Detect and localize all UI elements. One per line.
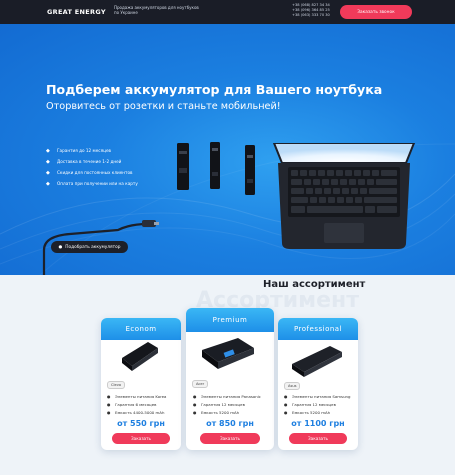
- call-request-button[interactable]: Заказать звонок: [340, 5, 412, 19]
- hero-section: Подберем аккумулятор для Вашего ноутбука…: [0, 24, 455, 275]
- spec-item: ● Элементы питания Korea: [107, 394, 167, 399]
- feature-item: ◆ Гарантия до 12 месяцев: [46, 148, 111, 154]
- order-button[interactable]: Заказать: [112, 433, 170, 444]
- card-price: от 1100 грн: [291, 419, 345, 428]
- battery-image: [292, 346, 342, 377]
- card-price: от 850 грн: [206, 419, 254, 428]
- bullet-icon: ●: [107, 402, 111, 407]
- hero-subtitle: Оторвитесь от розетки и станьте мобильне…: [46, 101, 281, 112]
- header-tagline: Продажа аккумуляторов для ноутбуков по У…: [114, 5, 199, 15]
- pick-battery-button[interactable]: ● Подобрать аккумулятор: [51, 241, 128, 253]
- card-header: Premium: [186, 308, 274, 332]
- bullet-icon: ●: [284, 410, 288, 415]
- battery-image: [210, 142, 220, 189]
- bullet-icon: ◆: [46, 148, 50, 154]
- spec-item: ● Элементы питания Panasonic: [193, 394, 261, 399]
- spec-list: ● Элементы питания Panasonic ● Гарантия 12…: [193, 394, 261, 418]
- laptop-image: [272, 143, 416, 249]
- card-header: Econom: [101, 318, 181, 340]
- brand-tag: Clevo: [107, 381, 126, 389]
- product-card-premium: Premium Acer ● Элементы питания Panasonic…: [186, 308, 274, 450]
- bullet-icon: ●: [193, 394, 197, 399]
- phone-number[interactable]: +38 (063) 333 70 30: [292, 13, 330, 18]
- bullet-icon: ●: [193, 402, 197, 407]
- spec-item: ● Гарантия 6 месяцев: [107, 402, 157, 407]
- bullet-icon: ●: [107, 410, 111, 415]
- battery-image: [202, 338, 254, 369]
- spec-item: ● Емкость 5200 mAh: [284, 410, 331, 415]
- bullet-icon: ◆: [46, 181, 50, 187]
- bullet-icon: ●: [193, 410, 197, 415]
- order-button[interactable]: Заказать: [289, 433, 347, 444]
- order-button[interactable]: Заказать: [200, 433, 260, 444]
- spec-item: ● Гарантия 12 месяцев: [193, 402, 245, 407]
- spec-item: ● Емкость 5200 mAh: [193, 410, 240, 415]
- battery-image: [177, 143, 189, 190]
- logo[interactable]: GREAT ENERGY: [47, 8, 106, 16]
- card-price: от 550 грн: [117, 419, 165, 428]
- landing-page: GREAT ENERGY Продажа аккумуляторов для н…: [0, 0, 455, 475]
- card-header: Professional: [278, 318, 358, 340]
- top-header: GREAT ENERGY Продажа аккумуляторов для н…: [0, 0, 455, 24]
- feature-item: ◆ Скидки для постоянных клиентов: [46, 170, 133, 176]
- spec-item: ● Гарантия 12 месяцев: [284, 402, 336, 407]
- bullet-icon: ◆: [46, 170, 50, 176]
- phone-list: +38 (068) 827 34 34 +38 (096) 364 85 25 …: [292, 3, 330, 18]
- spec-item: ● Элементы питания Samsung: [284, 394, 351, 399]
- battery-image: [245, 145, 255, 195]
- battery-image: [122, 342, 158, 371]
- bullet-icon: ●: [284, 394, 288, 399]
- bullet-icon: ●: [284, 402, 288, 407]
- feature-list: ◆ Гарантия до 12 месяцев ◆ Доставка в тече…: [46, 148, 138, 192]
- bullet-icon: ◆: [46, 159, 50, 165]
- bullet-icon: ●: [107, 394, 111, 399]
- hero-title: Подберем аккумулятор для Вашего ноутбука: [46, 82, 383, 97]
- brand-tag: Asus: [284, 382, 301, 390]
- brand-tag: Acer: [192, 380, 209, 388]
- bullet-icon: ●: [58, 244, 63, 250]
- spec-item: ● Емкость 4400-5000 mAh: [107, 410, 165, 415]
- product-card-professional: Professional Asus ● Элементы питания Sams…: [278, 318, 358, 450]
- product-card-econom: Econom Clevo ● Элементы питания Korea ● Га…: [101, 318, 181, 450]
- feature-item: ◆ Доставка в течение 1-2 дней: [46, 159, 122, 165]
- spec-list: ● Элементы питания Samsung ● Гарантия 12 м…: [284, 394, 351, 418]
- feature-item: ◆ Оплата при получении или на карту: [46, 181, 138, 187]
- spec-list: ● Элементы питания Korea ● Гарантия 6 меся…: [107, 394, 166, 418]
- assortment-title: Наш ассортимент: [263, 279, 366, 290]
